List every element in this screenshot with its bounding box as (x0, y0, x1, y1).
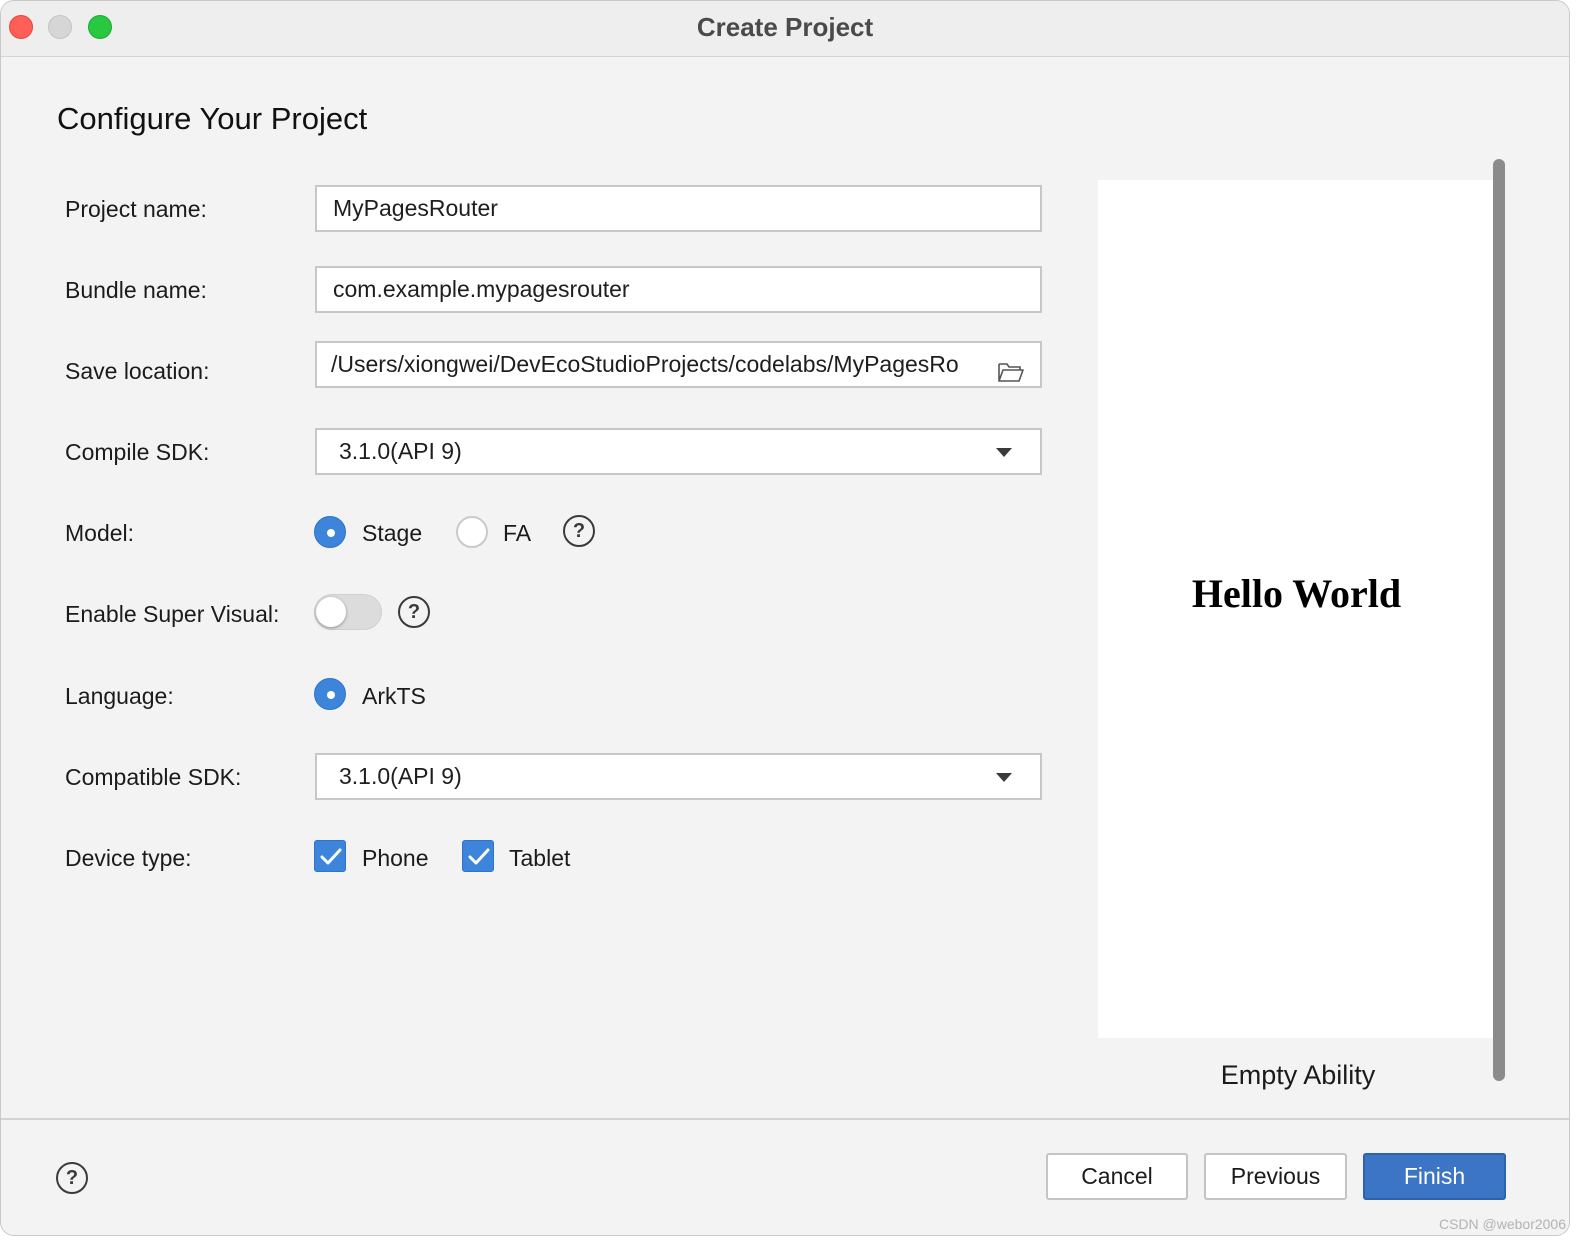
save-location-label: Save location: (65, 358, 210, 384)
help-icon[interactable]: ? (56, 1162, 88, 1194)
bundle-name-input[interactable]: com.example.mypagesrouter (315, 266, 1042, 313)
checkmark-icon (468, 848, 490, 865)
super-visual-toggle[interactable] (314, 594, 382, 630)
compile-sdk-value: 3.1.0(API 9) (339, 438, 462, 464)
finish-button[interactable]: Finish (1363, 1153, 1506, 1200)
window-title: Create Project (696, 12, 874, 42)
chevron-down-icon (996, 448, 1012, 457)
compile-sdk-select[interactable]: 3.1.0(API 9) (315, 428, 1042, 475)
checkmark-icon (320, 848, 342, 865)
device-phone-label: Phone (362, 845, 429, 871)
model-stage-label: Stage (362, 520, 423, 546)
device-type-label: Device type: (65, 845, 192, 871)
bundle-name-label: Bundle name: (65, 277, 207, 303)
save-location-value: /Users/xiongwei/DevEcoStudioProjects/cod… (331, 351, 959, 377)
cancel-button[interactable]: Cancel (1046, 1153, 1188, 1200)
model-fa-radio[interactable] (456, 516, 488, 548)
model-help-icon[interactable]: ? (563, 515, 595, 547)
language-arkts-label: ArkTS (362, 683, 426, 709)
template-caption: Empty Ability (1220, 1060, 1376, 1090)
compatible-sdk-label: Compatible SDK: (65, 764, 242, 790)
compatible-sdk-select[interactable]: 3.1.0(API 9) (315, 753, 1042, 800)
device-phone-checkbox[interactable] (314, 840, 346, 872)
create-project-window: Create Project Configure Your Project Pr… (0, 0, 1570, 1236)
toggle-knob (316, 597, 346, 627)
device-tablet-checkbox[interactable] (462, 840, 494, 872)
compatible-sdk-value: 3.1.0(API 9) (339, 763, 462, 789)
language-label: Language: (65, 683, 174, 709)
super-visual-label: Enable Super Visual: (65, 601, 280, 627)
super-visual-help-icon[interactable]: ? (398, 596, 430, 628)
title-bar: Create Project (1, 1, 1569, 57)
previous-button[interactable]: Previous (1204, 1153, 1347, 1200)
watermark: CSDN @webor2006 (1438, 1216, 1566, 1232)
template-preview: Hello World (1098, 180, 1495, 1038)
device-tablet-label: Tablet (509, 845, 571, 871)
project-name-input[interactable]: MyPagesRouter (315, 185, 1042, 232)
chevron-down-icon (996, 773, 1012, 782)
page-title: Configure Your Project (57, 101, 368, 136)
project-name-label: Project name: (65, 196, 207, 222)
preview-hello-text: Hello World (1191, 571, 1402, 616)
footer-divider (1, 1118, 1569, 1120)
language-arkts-radio[interactable] (314, 678, 346, 710)
preview-scrollbar[interactable] (1493, 159, 1505, 1081)
model-fa-label: FA (503, 520, 532, 546)
compile-sdk-label: Compile SDK: (65, 439, 210, 465)
folder-icon[interactable] (998, 354, 1024, 382)
model-stage-radio[interactable] (314, 516, 346, 548)
save-location-input[interactable]: /Users/xiongwei/DevEcoStudioProjects/cod… (315, 341, 1042, 388)
model-label: Model: (65, 520, 135, 546)
